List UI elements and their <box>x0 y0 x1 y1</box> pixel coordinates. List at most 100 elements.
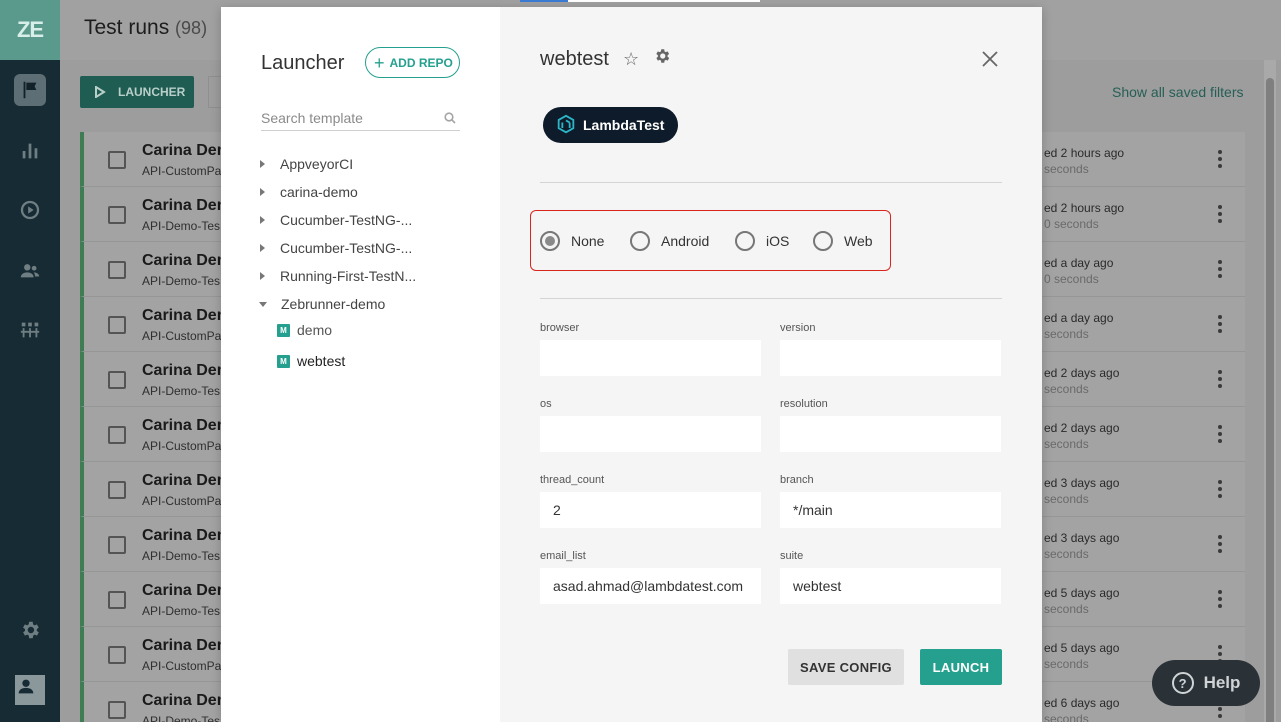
test-runs-nav-icon[interactable] <box>0 70 60 110</box>
radio-none[interactable]: None <box>540 231 604 251</box>
kebab-menu-icon[interactable] <box>1218 425 1222 443</box>
kebab-menu-icon[interactable] <box>1218 315 1222 333</box>
resolution-field[interactable] <box>780 416 1001 452</box>
run-duration: 0 seconds <box>1044 217 1099 231</box>
help-button[interactable]: ? Help <box>1152 660 1260 706</box>
page-title-text: Test runs <box>84 16 170 39</box>
launcher-button[interactable]: LAUNCHER <box>80 76 194 108</box>
run-suite: API-CustomPa <box>142 439 222 453</box>
template-search-input[interactable] <box>261 107 436 129</box>
row-checkbox[interactable] <box>108 646 126 664</box>
app-logo[interactable]: ZE <box>0 0 60 60</box>
show-saved-filters-link[interactable]: Show all saved filters <box>1112 84 1244 100</box>
template-config-panel: webtest ☆ LambdaTest None Android iOS We… <box>500 7 1042 722</box>
dashboards-nav-icon[interactable] <box>0 131 60 171</box>
radio-unchecked-icon <box>813 231 833 251</box>
run-duration: seconds <box>1044 492 1089 506</box>
run-name: Carina Dem <box>142 307 231 324</box>
template-search <box>261 107 460 131</box>
run-duration: seconds <box>1044 602 1089 616</box>
row-checkbox[interactable] <box>108 371 126 389</box>
row-checkbox[interactable] <box>108 316 126 334</box>
repo-item-cucumber-testng-1[interactable]: Cucumber-TestNG-... <box>257 209 412 231</box>
caret-right-icon <box>260 244 265 252</box>
radio-android[interactable]: Android <box>630 231 709 251</box>
run-suite: API-Demo-Tes <box>142 384 221 398</box>
close-icon[interactable] <box>980 49 1000 69</box>
run-name: Carina Dem <box>142 692 231 709</box>
repo-item-carina-demo[interactable]: carina-demo <box>257 181 358 203</box>
run-suite: API-CustomPa <box>142 494 222 508</box>
email-list-field[interactable] <box>540 568 761 604</box>
run-time: ed a day ago <box>1044 311 1114 325</box>
settings-nav-icon[interactable] <box>0 610 60 650</box>
run-time: ed 5 days ago <box>1044 641 1120 655</box>
user-profile-icon[interactable] <box>0 670 60 710</box>
template-item-webtest[interactable]: M webtest <box>277 350 345 372</box>
launcher-repo-panel: Launcher + ADD REPO AppveyorCI carina-de… <box>221 7 500 722</box>
suite-field[interactable] <box>780 568 1001 604</box>
run-name: Carina Dem <box>142 582 231 599</box>
radio-ios[interactable]: iOS <box>735 231 789 251</box>
repo-item-appveyorci[interactable]: AppveyorCI <box>257 153 353 175</box>
scrollbar[interactable] <box>1264 60 1276 722</box>
run-name: Carina Dem <box>142 142 231 159</box>
members-nav-icon[interactable] <box>0 251 60 291</box>
kebab-menu-icon[interactable] <box>1218 150 1222 168</box>
kebab-menu-icon[interactable] <box>1218 535 1222 553</box>
row-checkbox[interactable] <box>108 426 126 444</box>
thread-count-field[interactable] <box>540 492 761 528</box>
template-item-demo[interactable]: M demo <box>277 319 332 341</box>
kebab-menu-icon[interactable] <box>1218 205 1222 223</box>
launch-button[interactable]: LAUNCH <box>920 649 1002 685</box>
repo-item-cucumber-testng-2[interactable]: Cucumber-TestNG-... <box>257 237 412 259</box>
run-suite: API-Demo-Tes <box>142 604 221 618</box>
top-tab-strip <box>520 0 760 2</box>
run-suite: API-Demo-Tes <box>142 219 221 233</box>
launcher-nav-icon[interactable] <box>0 190 60 230</box>
row-checkbox[interactable] <box>108 701 126 719</box>
run-suite: API-CustomPa <box>142 659 222 673</box>
repo-label: Running-First-TestN... <box>280 268 417 284</box>
star-icon[interactable]: ☆ <box>623 49 639 70</box>
kebab-menu-icon[interactable] <box>1218 370 1222 388</box>
repo-item-zebrunner-demo[interactable]: Zebrunner-demo <box>257 293 385 315</box>
save-config-button[interactable]: SAVE CONFIG <box>788 649 904 685</box>
add-repo-button[interactable]: + ADD REPO <box>365 47 460 78</box>
caret-right-icon <box>260 188 265 196</box>
scrollbar-thumb[interactable] <box>1266 78 1274 722</box>
caret-right-icon <box>260 216 265 224</box>
run-duration: seconds <box>1044 547 1089 561</box>
template-title: webtest ☆ <box>540 47 671 71</box>
kebab-menu-icon[interactable] <box>1218 590 1222 608</box>
browser-field[interactable] <box>540 340 761 376</box>
kebab-menu-icon[interactable] <box>1218 480 1222 498</box>
run-time: ed 2 hours ago <box>1044 201 1125 215</box>
row-checkbox[interactable] <box>108 481 126 499</box>
branch-field[interactable] <box>780 492 1001 528</box>
row-checkbox[interactable] <box>108 261 126 279</box>
branch-label: branch <box>780 474 814 486</box>
add-repo-label: ADD REPO <box>389 55 453 70</box>
repo-label: Cucumber-TestNG-... <box>280 240 413 256</box>
caret-down-icon <box>259 301 267 307</box>
row-checkbox[interactable] <box>108 536 126 554</box>
run-time: ed 5 days ago <box>1044 586 1120 600</box>
gear-icon[interactable] <box>653 47 671 71</box>
template-title-text: webtest <box>540 47 609 70</box>
os-field[interactable] <box>540 416 761 452</box>
radio-label: None <box>571 233 605 249</box>
suite-label: suite <box>780 550 804 562</box>
template-badge-icon: M <box>277 354 290 368</box>
run-suite: API-CustomPa <box>142 164 222 178</box>
row-checkbox[interactable] <box>108 206 126 224</box>
row-checkbox[interactable] <box>108 591 126 609</box>
repo-item-running-first-testng[interactable]: Running-First-TestN... <box>257 265 416 287</box>
version-field[interactable] <box>780 340 1001 376</box>
caret-right-icon <box>260 160 265 168</box>
kebab-menu-icon[interactable] <box>1218 260 1222 278</box>
row-checkbox[interactable] <box>108 151 126 169</box>
integrations-nav-icon[interactable] <box>0 310 60 350</box>
radio-web[interactable]: Web <box>813 231 873 251</box>
radio-label: iOS <box>766 233 790 249</box>
